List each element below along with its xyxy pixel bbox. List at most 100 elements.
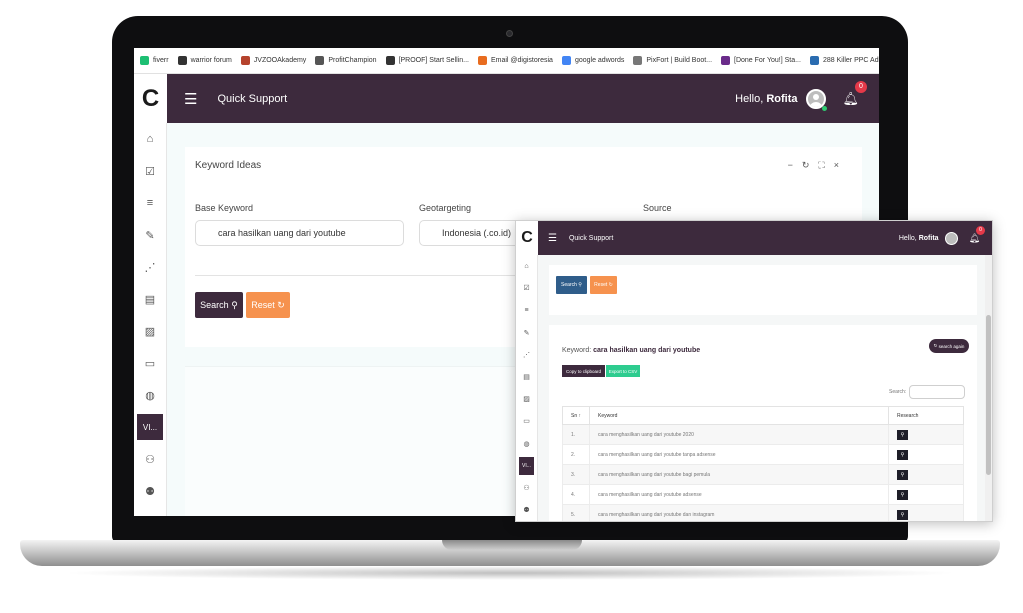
sidebar: ⌂ ☑ ≡ ✎ ⋰ ▤ ▨ ▭ ◍ VI... ⚇ ⚉ [134, 123, 167, 516]
list-icon[interactable]: ≡ [134, 187, 166, 219]
column-header-sn[interactable]: Sn ↑ [562, 406, 590, 425]
bookmark-item[interactable]: google adwords [561, 56, 624, 65]
bookmark-item[interactable]: [PROOF] Start Sellin... [385, 56, 469, 65]
users-icon[interactable]: ⚇ [134, 443, 166, 475]
column-header-research[interactable]: Research [888, 406, 964, 425]
scrollbar[interactable] [985, 255, 992, 521]
sidebar-item-active[interactable]: VI... [137, 414, 163, 440]
research-search-icon[interactable]: ⚲ [897, 469, 908, 480]
search-button[interactable]: Search ⚲ [556, 276, 587, 294]
edit-icon[interactable]: ✎ [134, 219, 166, 251]
research-search-icon[interactable]: ⚲ [897, 489, 908, 500]
home-icon[interactable]: ⌂ [516, 255, 537, 277]
check-square-icon[interactable]: ☑ [134, 155, 166, 187]
table-icon[interactable]: ▤ [516, 366, 537, 388]
bookmark-item[interactable]: Email @digistoresia [477, 56, 553, 65]
bookmark-label: ProfitChampion [328, 57, 377, 64]
close-icon[interactable]: × [834, 160, 848, 170]
greeting: Hello, Rofita [898, 234, 939, 242]
user-name: Rofita [918, 234, 939, 242]
search-button[interactable]: Search ⚲ [195, 292, 243, 318]
hamburger-menu-icon[interactable]: ☰ [548, 233, 557, 244]
bookmark-label: fiverr [153, 57, 169, 64]
bookmark-favicon-icon [240, 56, 250, 65]
chart-icon[interactable]: ⋰ [134, 251, 166, 283]
app-title: Quick Support [217, 92, 288, 105]
sidebar-item-active[interactable]: VI... [519, 456, 534, 475]
table-row: 4. cara menghasilkan uang dari youtube ad… [562, 484, 964, 505]
hamburger-menu-icon[interactable]: ☰ [184, 90, 197, 108]
row-research-cell: ⚲ [888, 444, 964, 465]
row-number: 1. [562, 424, 590, 445]
table-search-label: Search: [889, 389, 907, 395]
user-group-icon[interactable]: ⚉ [134, 475, 166, 507]
bookmark-item[interactable]: fiverr [140, 56, 169, 65]
bookmark-favicon-icon [477, 56, 487, 65]
refresh-icon: ↻ [933, 343, 938, 348]
card-tools: −↻⛶× [788, 160, 848, 171]
globe-icon[interactable]: ◍ [516, 433, 537, 455]
bell-icon[interactable]: 🔔︎ 0 [969, 225, 985, 244]
refresh-icon[interactable]: ↻ [802, 160, 819, 170]
base-keyword-input[interactable]: cara hasilkan uang dari youtube [195, 220, 404, 246]
scrollbar-thumb[interactable] [986, 315, 991, 475]
bookmark-item[interactable]: [Done For You!] Sta... [721, 56, 801, 65]
card-title: Keyword Ideas [195, 160, 262, 171]
edit-icon[interactable]: ✎ [516, 322, 537, 344]
row-number: 2. [562, 444, 590, 465]
column-header-keyword[interactable]: Keyword [589, 406, 889, 425]
row-number: 3. [562, 464, 590, 485]
row-keyword: cara menghasilkan uang dari youtube bagi… [589, 464, 889, 485]
row-research-cell: ⚲ [888, 464, 964, 485]
users-icon[interactable]: ⚇ [516, 477, 537, 499]
greeting: Hello, Rofita [735, 92, 798, 105]
chart-icon[interactable]: ⋰ [516, 344, 537, 366]
image-icon[interactable]: ▨ [516, 388, 537, 410]
reset-button[interactable]: Reset ↻ [246, 292, 290, 318]
user-name: Rofita [766, 92, 798, 105]
app-logo[interactable]: C [516, 221, 538, 255]
globe-icon[interactable]: ◍ [134, 379, 166, 411]
bookmark-label: JVZOOAkademy [253, 57, 307, 64]
bookmark-item[interactable]: JVZOOAkademy [240, 56, 307, 65]
table-row: 5. cara menghasilkan uang dari youtube da… [562, 504, 964, 521]
bookmark-favicon-icon [809, 56, 819, 65]
bookmark-favicon-icon [177, 56, 187, 65]
list-icon[interactable]: ≡ [516, 299, 537, 321]
app-logo[interactable]: C [134, 74, 167, 123]
row-number: 5. [562, 504, 590, 521]
bell-icon[interactable]: 🔔︎ 0 [842, 80, 867, 107]
bookmark-item[interactable]: 288 Killer PPC Ad T... [809, 56, 879, 65]
image-icon[interactable]: ▨ [134, 315, 166, 347]
bookmark-favicon-icon [561, 56, 571, 65]
bookmark-item[interactable]: ProfitChampion [315, 56, 377, 65]
video-icon[interactable]: ▭ [516, 410, 537, 432]
base-keyword-label: Base Keyword [195, 203, 254, 213]
research-search-icon[interactable]: ⚲ [897, 429, 908, 440]
user-group-icon[interactable]: ⚉ [516, 499, 537, 521]
table-search-input[interactable] [909, 385, 965, 399]
keyword-table: Sn ↑ Keyword Research 1. cara menghasilka… [562, 406, 964, 521]
results-window: C ☰ Quick Support Hello, Rofita 🔔︎ 0 ⌂ ☑ ≡ ✎… [515, 220, 993, 522]
search-again-button[interactable]: ↻ search again [929, 339, 969, 353]
user-avatar[interactable] [944, 231, 958, 245]
row-research-cell: ⚲ [888, 424, 964, 445]
research-search-icon[interactable]: ⚲ [897, 509, 908, 520]
bookmark-item[interactable]: warrior forum [177, 56, 232, 65]
expand-icon[interactable]: ⛶ [818, 160, 833, 170]
export-to-csv-button[interactable]: Export to CSV [606, 365, 640, 377]
video-icon[interactable]: ▭ [134, 347, 166, 379]
check-square-icon[interactable]: ☑ [516, 277, 537, 299]
table-row: 3. cara menghasilkan uang dari youtube ba… [562, 464, 964, 485]
bookmark-favicon-icon [140, 56, 149, 65]
home-icon[interactable]: ⌂ [134, 123, 166, 155]
minimize-icon[interactable]: − [788, 160, 802, 170]
reset-button[interactable]: Reset ↻ [590, 276, 617, 294]
copy-to-clipboard-button[interactable]: Copy to clipboard [562, 365, 605, 377]
bookmark-item[interactable]: PixFort | Build Boot... [633, 56, 712, 65]
research-search-icon[interactable]: ⚲ [897, 449, 908, 460]
row-research-cell: ⚲ [888, 484, 964, 505]
row-keyword: cara menghasilkan uang dari youtube 2020 [589, 424, 889, 445]
bookmark-label: [PROOF] Start Sellin... [398, 57, 469, 64]
table-icon[interactable]: ▤ [134, 283, 166, 315]
